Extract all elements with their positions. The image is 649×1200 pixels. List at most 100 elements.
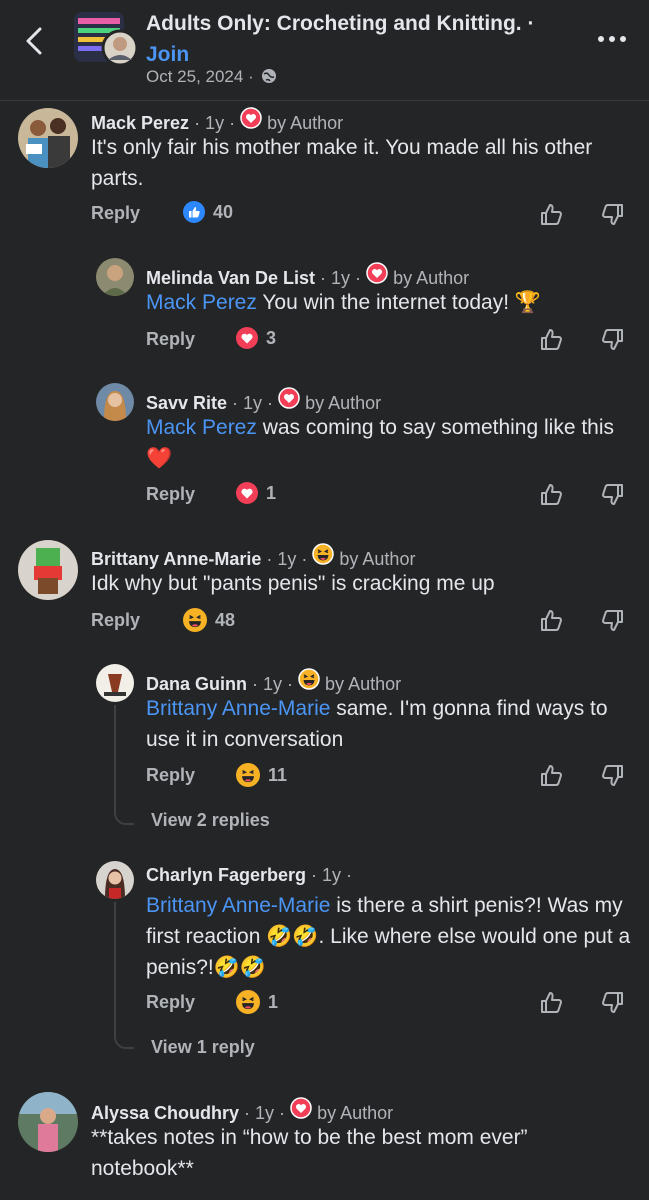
reply-button[interactable]: Reply xyxy=(146,484,195,505)
author-label: by Author xyxy=(325,674,402,694)
avatar[interactable] xyxy=(96,383,134,421)
love-reaction-icon xyxy=(236,327,258,349)
author-label: by Author xyxy=(267,113,344,133)
name-text[interactable]: Savv Rite xyxy=(146,393,227,413)
comment-text-content: Idk why but "pants penis" is cracking me… xyxy=(91,572,495,595)
commenter-name[interactable]: Charlyn Fagerberg · 1y · xyxy=(146,865,352,886)
mention-link[interactable]: Brittany Anne-Marie xyxy=(146,894,330,917)
group-name[interactable]: Adults Only: Crocheting and Knitting. xyxy=(146,12,522,35)
like-icon[interactable] xyxy=(538,480,566,508)
reply-button[interactable]: Reply xyxy=(146,765,195,786)
like-icon[interactable] xyxy=(538,325,566,353)
comment-text: Idk why but "pants penis" is cracking me… xyxy=(91,568,631,599)
comment-text: Brittany Anne-Marie same. I'm gonna find… xyxy=(146,693,626,755)
reaction-count-text: 3 xyxy=(266,327,277,348)
avatar[interactable] xyxy=(18,540,78,600)
reply-button[interactable]: Reply xyxy=(146,992,195,1013)
comment-meta: · 1y · xyxy=(227,393,279,413)
comment-brittany-anne-marie: Brittany Anne-Marie · 1y · by Author Idk… xyxy=(0,536,649,646)
dislike-icon[interactable] xyxy=(598,481,626,509)
reply-button[interactable]: Reply xyxy=(146,329,195,350)
name-text[interactable]: Dana Guinn xyxy=(146,674,247,694)
reply-button[interactable]: Reply xyxy=(91,610,140,631)
comment-text: Brittany Anne-Marie is there a shirt pen… xyxy=(146,890,636,983)
heart-badge-icon xyxy=(366,262,388,284)
mention-link[interactable]: Brittany Anne-Marie xyxy=(146,697,330,720)
author-label: by Author xyxy=(317,1103,394,1123)
like-icon[interactable] xyxy=(538,761,566,789)
thread-line xyxy=(114,705,134,825)
name-text[interactable]: Melinda Van De List xyxy=(146,268,315,288)
comment-meta: · 1y · xyxy=(239,1103,291,1123)
reaction-count[interactable]: 11 xyxy=(236,763,287,787)
comment-meta: · 1y · xyxy=(315,268,367,288)
dislike-icon[interactable] xyxy=(598,326,626,354)
commenter-name[interactable]: Dana Guinn · 1y · by Author xyxy=(146,668,401,695)
post-date-text: Oct 25, 2024 · xyxy=(146,67,254,86)
avatar[interactable] xyxy=(96,258,134,296)
avatar[interactable] xyxy=(18,108,78,168)
reaction-count[interactable]: 40 xyxy=(183,201,233,223)
mention-link[interactable]: Mack Perez xyxy=(146,291,257,314)
comment-text-content: It's only fair his mother make it. You m… xyxy=(91,136,593,190)
heart-badge-icon xyxy=(240,107,262,129)
avatar[interactable] xyxy=(96,664,134,702)
avatar[interactable] xyxy=(18,1092,78,1152)
haha-reaction-icon xyxy=(236,990,260,1014)
post-date: Oct 25, 2024 · xyxy=(146,67,277,87)
reaction-count-text: 40 xyxy=(213,201,234,222)
dislike-icon[interactable] xyxy=(598,607,626,635)
dislike-icon[interactable] xyxy=(598,201,626,229)
heart-badge-icon xyxy=(278,387,300,409)
name-text[interactable]: Alyssa Choudhry xyxy=(91,1103,239,1123)
view-replies-link[interactable]: View 2 replies xyxy=(151,810,270,831)
commenter-name[interactable]: Alyssa Choudhry · 1y · by Author xyxy=(91,1097,393,1124)
comment-text: Mack Perez You win the internet today! 🏆 xyxy=(146,287,636,318)
name-text[interactable]: Charlyn Fagerberg xyxy=(146,865,306,885)
author-label: by Author xyxy=(305,393,382,413)
join-button[interactable]: Join xyxy=(146,43,189,66)
reaction-count[interactable]: 48 xyxy=(183,608,235,632)
comment-savv-rite: Savv Rite · 1y · by Author Mack Perez wa… xyxy=(0,380,649,520)
group-title[interactable]: Adults Only: Crocheting and Knitting. · … xyxy=(146,8,566,70)
comment-text: **takes notes in “how to be the best mom… xyxy=(91,1122,631,1184)
comment-melinda-van-de-list: Melinda Van De List · 1y · by Author Mac… xyxy=(0,255,649,365)
comment-meta: · 1y · xyxy=(261,549,313,569)
commenter-name[interactable]: Melinda Van De List · 1y · by Author xyxy=(146,262,469,289)
commenter-name[interactable]: Savv Rite · 1y · by Author xyxy=(146,387,381,414)
reaction-count[interactable]: 3 xyxy=(236,327,276,349)
like-reaction-icon xyxy=(183,201,205,223)
avatar[interactable] xyxy=(96,861,134,899)
dislike-icon[interactable] xyxy=(598,762,626,790)
comment-text-content: **takes notes in “how to be the best mom… xyxy=(91,1126,528,1180)
reaction-count-text: 48 xyxy=(215,609,236,630)
more-options-icon[interactable] xyxy=(596,29,628,49)
reaction-count-text: 1 xyxy=(266,482,277,503)
author-label: by Author xyxy=(393,268,470,288)
like-icon[interactable] xyxy=(538,200,566,228)
mention-link[interactable]: Mack Perez xyxy=(146,416,257,439)
love-reaction-icon xyxy=(236,482,258,504)
comment-dana-guinn: Dana Guinn · 1y · by Author Brittany Ann… xyxy=(0,661,649,841)
dislike-icon[interactable] xyxy=(598,989,626,1017)
title-separator: · xyxy=(521,12,535,35)
name-text[interactable]: Mack Perez xyxy=(91,113,189,133)
comment-meta: · 1y · xyxy=(247,674,299,694)
reaction-count[interactable]: 1 xyxy=(236,482,276,504)
view-replies-link[interactable]: View 1 reply xyxy=(151,1037,255,1058)
comment-meta: · 1y · xyxy=(306,865,353,885)
comment-meta: · 1y · xyxy=(189,113,241,133)
commenter-name[interactable]: Brittany Anne-Marie · 1y · by Author xyxy=(91,543,415,570)
name-text[interactable]: Brittany Anne-Marie xyxy=(91,549,261,569)
reply-button[interactable]: Reply xyxy=(91,203,140,224)
reaction-count[interactable]: 1 xyxy=(236,990,278,1014)
group-avatar[interactable] xyxy=(72,10,138,66)
globe-icon xyxy=(262,69,277,83)
commenter-name[interactable]: Mack Perez · 1y · by Author xyxy=(91,107,343,134)
comment-text: Mack Perez was coming to say something l… xyxy=(146,412,626,474)
back-chevron-icon[interactable] xyxy=(24,26,44,56)
like-icon[interactable] xyxy=(538,988,566,1016)
comment-text-content: You win the internet today! 🏆 xyxy=(256,291,542,314)
like-icon[interactable] xyxy=(538,606,566,634)
comment-text: It's only fair his mother make it. You m… xyxy=(91,132,631,194)
